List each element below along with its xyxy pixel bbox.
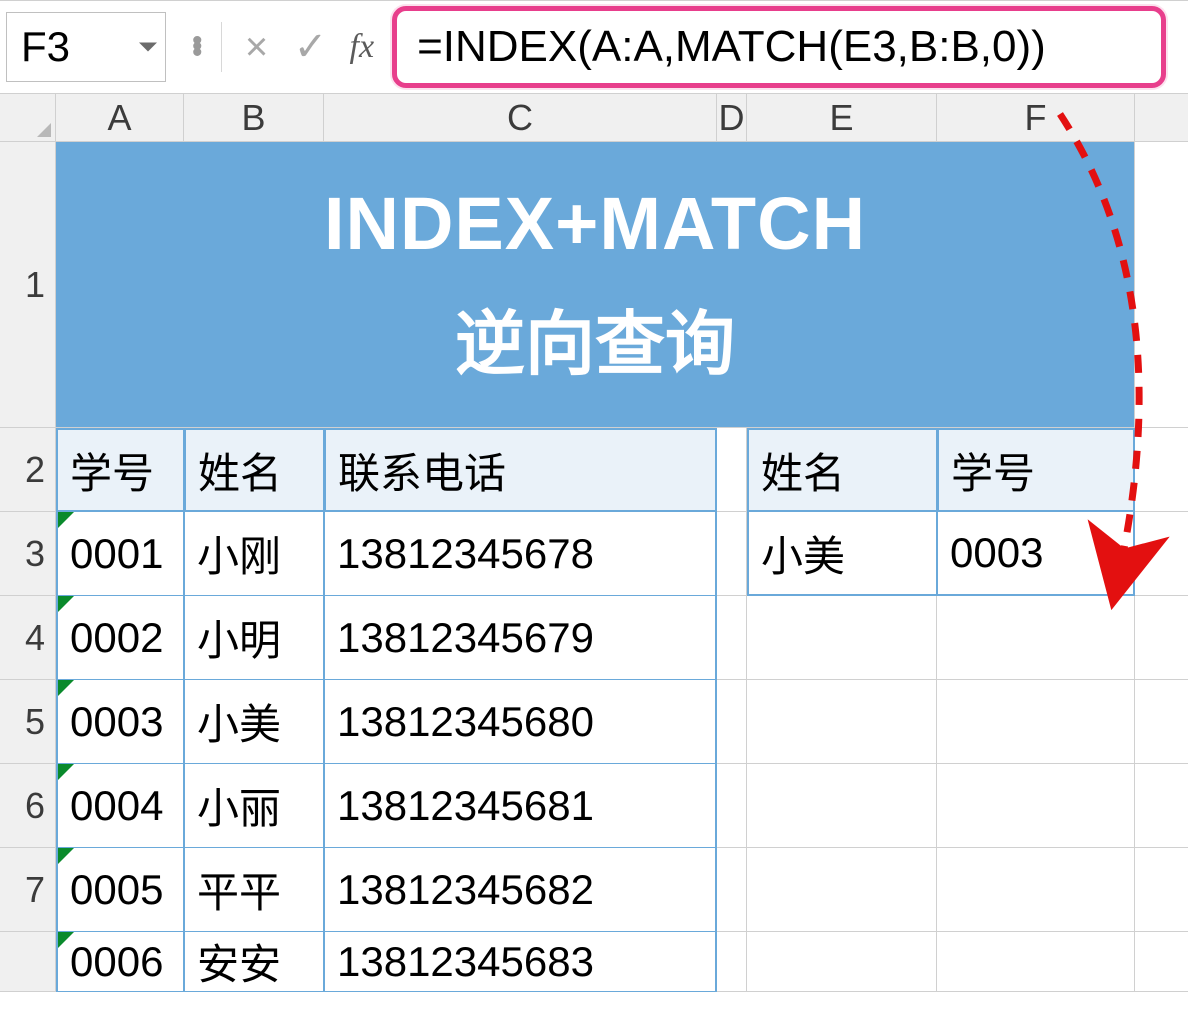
lookup-header[interactable]: 姓名 — [747, 428, 937, 512]
blank-cell[interactable] — [717, 428, 747, 512]
cell-B3[interactable]: 小刚 — [184, 512, 324, 596]
cell-B5[interactable]: 小美 — [184, 680, 324, 764]
cell-C5[interactable]: 13812345680 — [324, 680, 717, 764]
row-header-1[interactable]: 1 — [0, 142, 56, 428]
select-all-corner[interactable] — [0, 94, 56, 142]
title-line2: 逆向查询 — [455, 288, 735, 389]
row-header-3[interactable]: 3 — [0, 512, 56, 596]
title-line1: INDEX+MATCH — [324, 181, 866, 266]
col-header-F[interactable]: F — [937, 94, 1135, 142]
close-icon: × — [245, 25, 268, 70]
cell-B6[interactable]: 小丽 — [184, 764, 324, 848]
divider — [221, 22, 222, 72]
blank-cell[interactable] — [717, 848, 747, 932]
blank-cell[interactable] — [717, 596, 747, 680]
cell-B4[interactable]: 小明 — [184, 596, 324, 680]
blank-cell[interactable] — [1135, 512, 1188, 596]
blank-cell[interactable] — [717, 680, 747, 764]
cell-A7[interactable]: 0005 — [56, 848, 184, 932]
cell-A5[interactable]: 0003 — [56, 680, 184, 764]
row-header-5[interactable]: 5 — [0, 680, 56, 764]
blank-cell[interactable] — [717, 932, 747, 992]
blank-cell[interactable] — [717, 512, 747, 596]
blank-cell[interactable] — [937, 932, 1135, 992]
blank-cell[interactable] — [747, 764, 937, 848]
fx-icon[interactable]: fx — [350, 28, 375, 66]
col-header-E[interactable]: E — [747, 94, 937, 142]
name-box[interactable]: F3 — [6, 12, 166, 82]
cell-A4[interactable]: 0002 — [56, 596, 184, 680]
blank-cell[interactable] — [747, 680, 937, 764]
name-box-value: F3 — [21, 23, 70, 71]
formula-input[interactable]: =INDEX(A:A,MATCH(E3,B:B,0)) — [392, 6, 1166, 88]
row-header-2[interactable]: 2 — [0, 428, 56, 512]
blank-cell[interactable] — [747, 848, 937, 932]
blank-cell[interactable] — [1135, 142, 1188, 428]
row-header-6[interactable]: 6 — [0, 764, 56, 848]
title-block: INDEX+MATCH 逆向查询 — [56, 142, 1135, 428]
table-header[interactable]: 联系电话 — [324, 428, 717, 512]
blank-cell[interactable] — [747, 932, 937, 992]
col-header-C[interactable]: C — [324, 94, 717, 142]
row-header-8[interactable] — [0, 932, 56, 992]
chevron-down-icon[interactable] — [139, 43, 157, 52]
cell-B8[interactable]: 安安 — [184, 932, 324, 992]
col-header-B[interactable]: B — [184, 94, 324, 142]
cell-A6[interactable]: 0004 — [56, 764, 184, 848]
formula-bar: F3 ••• × ✓ fx =INDEX(A:A,MATCH(E3,B:B,0)… — [0, 0, 1188, 94]
col-header-blank[interactable] — [1135, 94, 1188, 142]
cell-C8[interactable]: 13812345683 — [324, 932, 717, 992]
row-header-4[interactable]: 4 — [0, 596, 56, 680]
cancel-button[interactable]: × — [230, 17, 284, 77]
cell-A8[interactable]: 0006 — [56, 932, 184, 992]
blank-cell[interactable] — [747, 596, 937, 680]
blank-cell[interactable] — [1135, 428, 1188, 512]
formula-text: =INDEX(A:A,MATCH(E3,B:B,0)) — [417, 22, 1046, 72]
blank-cell[interactable] — [717, 764, 747, 848]
blank-cell[interactable] — [1135, 848, 1188, 932]
cell-C7[interactable]: 13812345682 — [324, 848, 717, 932]
blank-cell[interactable] — [1135, 764, 1188, 848]
blank-cell[interactable] — [937, 848, 1135, 932]
cell-A3[interactable]: 0001 — [56, 512, 184, 596]
col-header-A[interactable]: A — [56, 94, 184, 142]
cell-B7[interactable]: 平平 — [184, 848, 324, 932]
check-icon: ✓ — [294, 24, 328, 70]
blank-cell[interactable] — [937, 680, 1135, 764]
blank-cell[interactable] — [1135, 680, 1188, 764]
cell-E3[interactable]: 小美 — [747, 512, 937, 596]
table-header[interactable]: 学号 — [56, 428, 184, 512]
drag-handle-icon[interactable]: ••• — [192, 38, 201, 56]
row-header-7[interactable]: 7 — [0, 848, 56, 932]
accept-button[interactable]: ✓ — [284, 17, 338, 77]
table-header[interactable]: 姓名 — [184, 428, 324, 512]
blank-cell[interactable] — [1135, 596, 1188, 680]
blank-cell[interactable] — [1135, 932, 1188, 992]
cell-C3[interactable]: 13812345678 — [324, 512, 717, 596]
lookup-header[interactable]: 学号 — [937, 428, 1135, 512]
blank-cell[interactable] — [937, 596, 1135, 680]
cell-F3[interactable]: 0003 — [937, 512, 1135, 596]
blank-cell[interactable] — [937, 764, 1135, 848]
col-header-D[interactable]: D — [717, 94, 747, 142]
spreadsheet-grid: A B C D E F 1 INDEX+MATCH 逆向查询 2 学号 姓名 联… — [0, 94, 1188, 992]
cell-C6[interactable]: 13812345681 — [324, 764, 717, 848]
cell-C4[interactable]: 13812345679 — [324, 596, 717, 680]
